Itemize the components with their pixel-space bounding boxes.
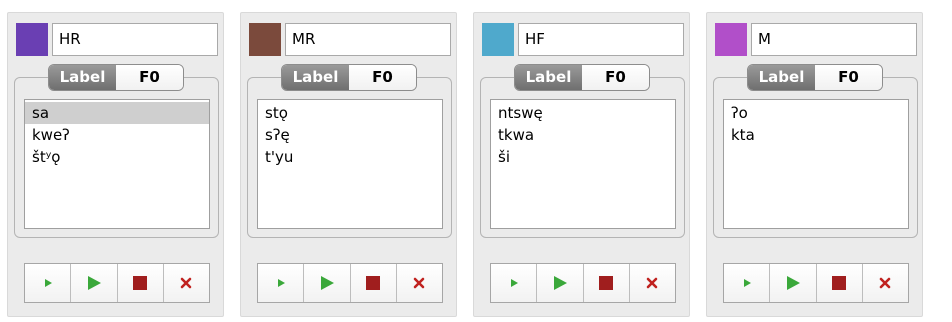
list-item[interactable]: kweʔ [25, 124, 209, 146]
view-segmented-control: Label F0 [747, 64, 883, 91]
tab-label[interactable]: Label [515, 65, 582, 90]
label-list[interactable]: ʔo kta [723, 99, 909, 229]
tab-f0[interactable]: F0 [116, 65, 183, 90]
playback-controls [257, 263, 443, 303]
stop-button[interactable] [816, 264, 863, 302]
play-button[interactable] [71, 264, 118, 302]
play-small-icon [509, 278, 519, 288]
list-item[interactable]: sa [25, 102, 209, 124]
color-swatch[interactable] [715, 23, 747, 56]
remove-button[interactable] [163, 264, 209, 302]
speaker-panel: MR Label F0 stǫ sʔę t'yu [240, 12, 457, 317]
playback-controls [490, 263, 676, 303]
play-selection-button[interactable] [25, 264, 72, 302]
play-selection-button[interactable] [491, 264, 538, 302]
tab-label[interactable]: Label [282, 65, 349, 90]
tab-label[interactable]: Label [49, 65, 116, 90]
stop-icon [366, 276, 381, 290]
remove-button[interactable] [862, 264, 908, 302]
list-item[interactable]: ʔo [724, 102, 908, 124]
play-selection-button[interactable] [724, 264, 771, 302]
label-list[interactable]: stǫ sʔę t'yu [257, 99, 443, 229]
play-small-icon [742, 278, 752, 288]
view-segmented-control: Label F0 [48, 64, 184, 91]
label-list[interactable]: sa kweʔ štʸǫ [24, 99, 210, 229]
color-swatch[interactable] [249, 23, 281, 56]
remove-button[interactable] [629, 264, 675, 302]
speaker-panel: M Label F0 ʔo kta [706, 12, 923, 317]
speaker-name-field[interactable]: MR [285, 23, 451, 56]
stop-icon [832, 276, 847, 290]
play-icon [319, 275, 335, 291]
tab-f0[interactable]: F0 [349, 65, 416, 90]
list-item[interactable]: tkwa [491, 124, 675, 146]
playback-controls [723, 263, 909, 303]
play-button[interactable] [304, 264, 351, 302]
close-icon [413, 277, 425, 289]
list-item[interactable]: ši [491, 146, 675, 168]
speaker-name-field[interactable]: HR [52, 23, 218, 56]
view-segmented-control: Label F0 [514, 64, 650, 91]
play-small-icon [43, 278, 53, 288]
stop-button[interactable] [350, 264, 397, 302]
play-selection-button[interactable] [258, 264, 305, 302]
stop-icon [599, 276, 614, 290]
list-item[interactable]: sʔę [258, 124, 442, 146]
play-icon [552, 275, 568, 291]
play-icon [86, 275, 102, 291]
list-item[interactable]: stǫ [258, 102, 442, 124]
list-item[interactable]: štʸǫ [25, 146, 209, 168]
view-segmented-control: Label F0 [281, 64, 417, 91]
play-small-icon [276, 278, 286, 288]
tab-f0[interactable]: F0 [582, 65, 649, 90]
label-list[interactable]: ntswę tkwa ši [490, 99, 676, 229]
speaker-name-field[interactable]: HF [518, 23, 684, 56]
stop-button[interactable] [117, 264, 164, 302]
play-icon [785, 275, 801, 291]
close-icon [879, 277, 891, 289]
tab-label[interactable]: Label [748, 65, 815, 90]
stop-icon [133, 276, 148, 290]
speaker-name-field[interactable]: M [751, 23, 917, 56]
tab-f0[interactable]: F0 [815, 65, 882, 90]
play-button[interactable] [537, 264, 584, 302]
playback-controls [24, 263, 210, 303]
speaker-panels: HR Label F0 sa kweʔ štʸǫ MR Label F0 stǫ sʔę t'yu HF… [0, 0, 952, 322]
close-icon [180, 277, 192, 289]
close-icon [646, 277, 658, 289]
stop-button[interactable] [583, 264, 630, 302]
list-item[interactable]: kta [724, 124, 908, 146]
speaker-panel: HF Label F0 ntswę tkwa ši [473, 12, 690, 317]
list-item[interactable]: t'yu [258, 146, 442, 168]
color-swatch[interactable] [16, 23, 48, 56]
speaker-panel: HR Label F0 sa kweʔ štʸǫ [7, 12, 224, 317]
play-button[interactable] [770, 264, 817, 302]
remove-button[interactable] [396, 264, 442, 302]
list-item[interactable]: ntswę [491, 102, 675, 124]
color-swatch[interactable] [482, 23, 514, 56]
